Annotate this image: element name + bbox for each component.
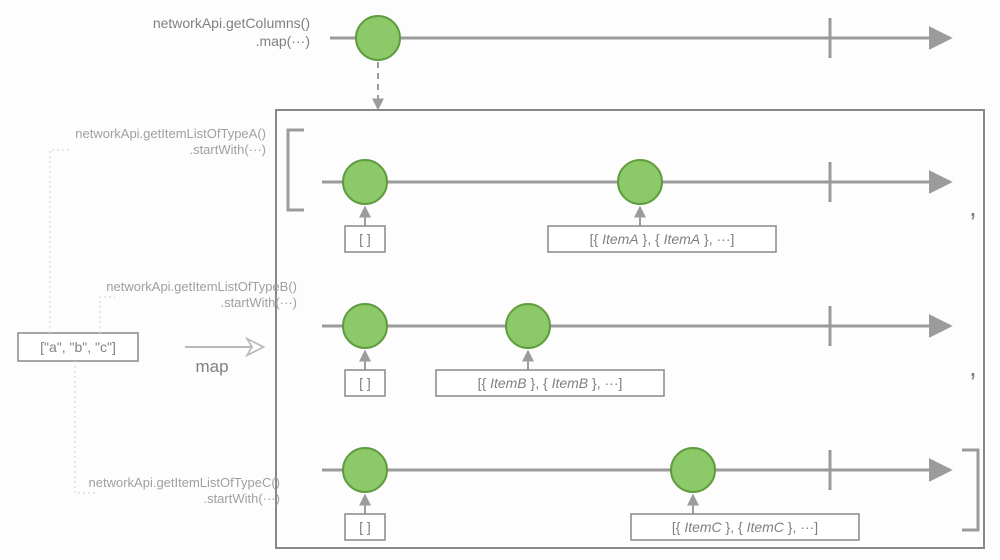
stream-b-label-2: .startWith(···) xyxy=(220,295,297,310)
stream-a-label-1: networkApi.getItemListOfTypeA() xyxy=(75,126,266,141)
bracket-close-icon xyxy=(962,450,978,530)
stream-b: networkApi.getItemListOfTypeB() .startWi… xyxy=(106,279,948,396)
stream-b-marble-1 xyxy=(343,304,387,348)
stream-a: networkApi.getItemListOfTypeA() .startWi… xyxy=(75,126,948,252)
stream-c-box2: [{ ItemC }, { ItemC }, ···] xyxy=(672,519,818,535)
stream-c-label-1: networkApi.getItemListOfTypeC() xyxy=(89,475,280,490)
input-array-text: ["a", "b", "c"] xyxy=(40,339,116,355)
stream-a-marble-1 xyxy=(343,160,387,204)
stream-b-marble-2 xyxy=(506,304,550,348)
stream-a-box2: [{ ItemA }, { ItemA }, ···] xyxy=(590,231,735,247)
input-array-group: ["a", "b", "c"] xyxy=(18,333,138,361)
stream-c-marble-2 xyxy=(671,448,715,492)
comma-2: , xyxy=(969,351,977,382)
stream-a-box1: [ ] xyxy=(359,231,371,247)
bracket-open-icon xyxy=(288,130,304,210)
stream-c-label-2: .startWith(···) xyxy=(203,491,280,506)
stream-a-label-2: .startWith(···) xyxy=(189,142,266,157)
stream-c-marble-1 xyxy=(343,448,387,492)
top-label-line1: networkApi.getColumns() xyxy=(153,15,310,31)
top-stream: networkApi.getColumns() .map(···) xyxy=(153,15,948,108)
comma-1: , xyxy=(969,191,977,222)
stream-b-box1: [ ] xyxy=(359,375,371,391)
stream-b-label-1: networkApi.getItemListOfTypeB() xyxy=(106,279,297,294)
dotted-connectors xyxy=(50,150,115,493)
map-label: map xyxy=(195,357,228,376)
stream-b-box2: [{ ItemB }, { ItemB }, ···] xyxy=(478,375,623,391)
stream-c: networkApi.getItemListOfTypeC() .startWi… xyxy=(89,448,948,540)
stream-a-marble-2 xyxy=(618,160,662,204)
top-marble xyxy=(356,16,400,60)
top-label-line2: .map(···) xyxy=(256,33,310,49)
stream-c-box1: [ ] xyxy=(359,519,371,535)
